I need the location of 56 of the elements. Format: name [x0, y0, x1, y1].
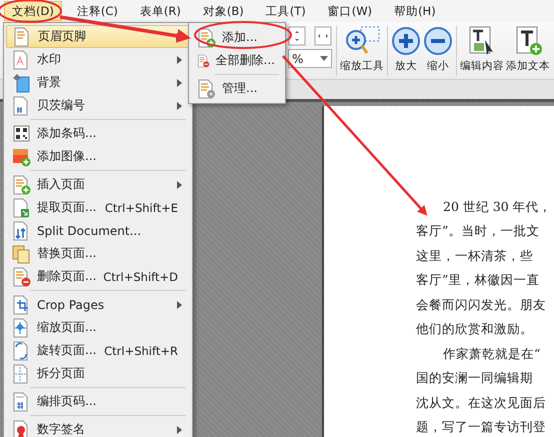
- page-extract-icon: [12, 198, 31, 218]
- menu-item[interactable]: 提取页面... Ctrl+Shift+E: [6, 196, 190, 219]
- crop-icon: [12, 294, 31, 314]
- page-gear-icon: [197, 78, 216, 98]
- document-text-line: 作家萧乾就是在“: [442, 344, 540, 362]
- menu-item[interactable]: 管理...: [191, 77, 283, 100]
- toolbar-button[interactable]: 缩放工具: [339, 22, 385, 73]
- toolbar-button[interactable]: 编辑内容: [459, 22, 505, 73]
- document-text-line: 20 世纪 30 年代，: [442, 198, 552, 216]
- menu-item[interactable]: 删除页面... Ctrl+Shift+D: [6, 265, 190, 288]
- document-text-line: 题，写了一篇专访刊登: [416, 418, 546, 436]
- menu-bar-item[interactable]: 表单(R): [132, 1, 188, 21]
- menu-item[interactable]: 贝茨编号: [6, 94, 190, 117]
- menu-item[interactable]: 拆分页面: [6, 362, 190, 385]
- paint-bucket-icon: [12, 72, 31, 92]
- menu-item[interactable]: 添加...: [191, 26, 283, 49]
- document-text-line: 沈从文。在这次见面后: [416, 394, 546, 412]
- menu-item[interactable]: 水印: [6, 48, 190, 71]
- menu-bar-item[interactable]: 工具(T): [258, 1, 313, 21]
- menu-item[interactable]: Split Document...: [6, 219, 190, 242]
- menu-bar-item[interactable]: 窗口(W): [320, 1, 380, 21]
- menu-item[interactable]: 数字签名: [6, 418, 190, 437]
- dropdown-caret-icon: [320, 56, 328, 61]
- toolbar-button[interactable]: 放大: [390, 22, 422, 73]
- menu-item[interactable]: 插入页面: [6, 173, 190, 196]
- document-text-line: 客厅”里，林徽因一直: [416, 271, 540, 289]
- toolbar-button[interactable]: 缩小: [422, 22, 454, 73]
- menu-item[interactable]: 全部删除...: [191, 49, 283, 72]
- menu-item[interactable]: Crop Pages: [6, 293, 190, 316]
- page-plus-icon: [12, 174, 31, 194]
- zoom-tool-icon: [343, 26, 381, 56]
- menu-bar-item[interactable]: 对象(B): [196, 1, 251, 21]
- qr-code-icon: [12, 124, 31, 144]
- menu-item[interactable]: 编排页码...: [6, 390, 190, 413]
- menu-item[interactable]: 旋转页面... Ctrl+Shift+R: [6, 339, 190, 362]
- menu-bar-item[interactable]: 注释(C): [70, 1, 125, 21]
- document-text-line: 这里，一杯清茶，些: [416, 246, 533, 264]
- menu-item[interactable]: 背景: [6, 71, 190, 94]
- menu-item[interactable]: 添加条码...: [6, 122, 190, 145]
- menu-item[interactable]: 替换页面...: [6, 242, 190, 265]
- fit-page-icon: [288, 26, 306, 46]
- document-text-line: 会餐而闪闪发光。朋友: [416, 296, 546, 314]
- document-text-line: 国的安澜一同编辑期: [416, 369, 533, 387]
- stacked-pages-icon: [12, 244, 31, 264]
- fit-width-icon: [314, 26, 332, 46]
- zoom-in-icon: [391, 26, 421, 56]
- toolbar-button[interactable]: 添加文本: [505, 22, 551, 73]
- menu-item[interactable]: 添加图像...: [6, 145, 190, 168]
- document-text-line: 他们的欣赏和激励。: [416, 320, 533, 338]
- page-minus-icon: [12, 266, 31, 286]
- menu-bar-item[interactable]: 帮助(H): [387, 1, 443, 21]
- menu-item[interactable]: 缩放页面...: [6, 316, 190, 339]
- document-text-line: 客厅”。当时，一批文: [416, 222, 540, 240]
- zoom-out-icon: [423, 26, 453, 56]
- image-plus-icon: [12, 146, 31, 166]
- zoom-field[interactable]: %: [288, 49, 332, 68]
